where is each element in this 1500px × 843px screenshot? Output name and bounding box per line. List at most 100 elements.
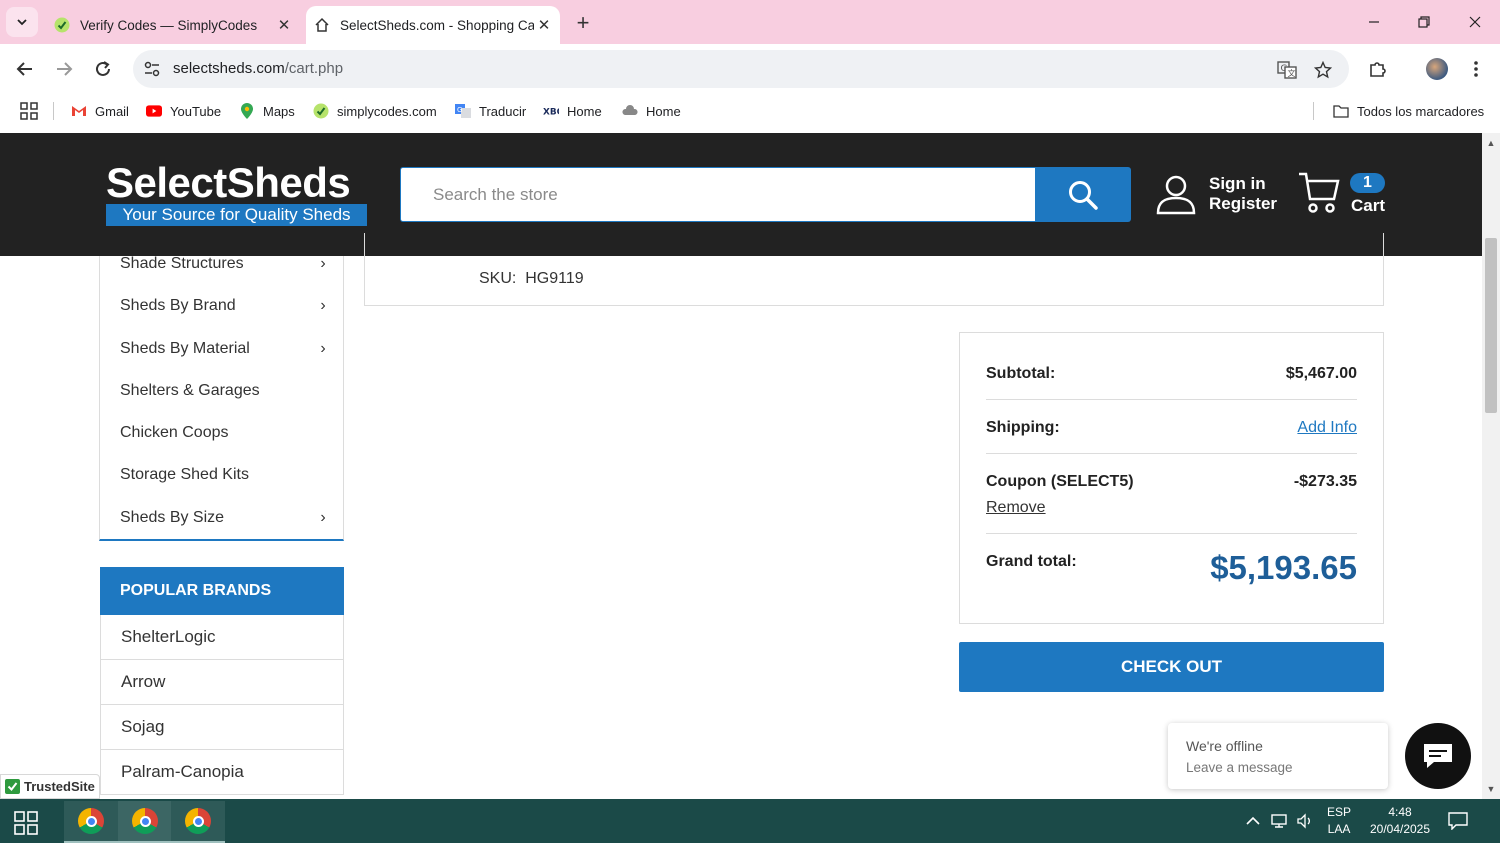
trustedsite-label: TrustedSite: [24, 779, 95, 794]
scroll-up-icon[interactable]: ▲: [1486, 138, 1496, 148]
scroll-down-icon[interactable]: ▼: [1486, 784, 1496, 794]
svg-text:XBO: XBO: [543, 108, 559, 117]
taskbar-chrome-2[interactable]: [118, 801, 172, 843]
sidebar-item-shelters-garages[interactable]: Shelters & Garages: [120, 376, 330, 406]
tab-simplycodes[interactable]: Verify Codes — SimplyCodes ✕: [48, 6, 300, 44]
tab-selectsheds[interactable]: SelectSheds.com - Shopping Ca ✕: [306, 6, 560, 44]
home-icon: [314, 17, 330, 33]
cart-link[interactable]: 1 Cart: [1298, 171, 1388, 219]
brand-link-arrow[interactable]: Arrow: [100, 660, 344, 705]
tab-search-button[interactable]: [6, 7, 38, 37]
sidebar-item-chicken-coops[interactable]: Chicken Coops: [120, 418, 330, 448]
translate-icon: G文: [1277, 61, 1297, 79]
shipping-label: Shipping:: [986, 419, 1060, 436]
apps-button[interactable]: [20, 101, 38, 121]
sidebar-item-label: Shade Structures: [120, 255, 244, 272]
sidebar-item-sheds-by-material[interactable]: Sheds By Material ›: [120, 334, 330, 364]
taskbar-chrome-1[interactable]: [64, 801, 118, 843]
chevron-up-icon[interactable]: [1244, 812, 1262, 830]
bookmark-label: Gmail: [95, 103, 129, 119]
clock[interactable]: 4:48 20/04/2025: [1362, 799, 1438, 843]
reload-button[interactable]: [89, 55, 117, 83]
sidebar-item-shade-structures[interactable]: Shade Structures ›: [120, 249, 330, 279]
browser-tab-strip: Verify Codes — SimplyCodes ✕ SelectSheds…: [0, 0, 1500, 44]
site-info-icon[interactable]: [143, 60, 161, 78]
forward-button[interactable]: [50, 55, 78, 83]
windows-start-icon[interactable]: [14, 811, 38, 835]
chevron-right-icon: ›: [320, 255, 326, 272]
brand-link-sojag[interactable]: Sojag: [100, 705, 344, 750]
bookmark-maps[interactable]: Maps: [239, 101, 295, 121]
site-logo[interactable]: SelectSheds: [106, 161, 351, 205]
network-icon[interactable]: [1270, 812, 1288, 830]
subtotal-value: $5,467.00: [1285, 365, 1357, 382]
address-bar[interactable]: selectsheds.com/cart.php G文: [133, 50, 1349, 88]
reload-icon: [96, 61, 110, 76]
chrome-icon: [185, 808, 211, 834]
grand-total-value: $5,193.65: [1210, 549, 1357, 586]
shipping-add-info-link[interactable]: Add Info: [1297, 419, 1357, 437]
chat-launcher-button[interactable]: [1405, 723, 1471, 789]
apps-grid-icon: [20, 102, 38, 120]
coupon-remove-link[interactable]: Remove: [986, 499, 1046, 516]
sidebar-item-storage-shed-kits[interactable]: Storage Shed Kits: [120, 460, 330, 490]
checkout-button[interactable]: CHECK OUT: [959, 642, 1384, 692]
chat-icon: [1424, 744, 1452, 768]
close-icon[interactable]: ✕: [274, 15, 294, 35]
restore-button[interactable]: [1404, 8, 1444, 36]
sidebar-item-label: Storage Shed Kits: [120, 466, 249, 483]
language-code: ESP: [1326, 805, 1351, 819]
input-language[interactable]: ESP LAA: [1322, 799, 1356, 843]
chat-offline-card[interactable]: We're offline Leave a message: [1168, 723, 1388, 789]
keyboard-layout: LAA: [1327, 822, 1351, 836]
search-button[interactable]: [1035, 167, 1131, 222]
bookmark-home-1[interactable]: XBO Home: [543, 101, 602, 121]
translate-button[interactable]: G文: [1276, 59, 1298, 81]
profile-button[interactable]: [1425, 57, 1449, 81]
bookmark-home-2[interactable]: Home: [622, 101, 681, 121]
register-link[interactable]: Register: [1209, 194, 1277, 214]
close-window-button[interactable]: [1455, 8, 1495, 36]
brand-link-palram-canopia[interactable]: Palram-Canopia: [100, 750, 344, 795]
chevron-right-icon: ›: [320, 297, 326, 314]
tab-title: SelectSheds.com - Shopping Ca: [340, 17, 534, 33]
browser-menu-button[interactable]: [1464, 57, 1488, 81]
search-input[interactable]: [401, 168, 1036, 221]
bookmark-gmail[interactable]: Gmail: [71, 101, 129, 121]
all-bookmarks-button[interactable]: Todos los marcadores: [1333, 101, 1484, 121]
volume-icon[interactable]: [1296, 812, 1314, 830]
back-button[interactable]: [11, 55, 39, 83]
search-field[interactable]: [400, 167, 1036, 222]
bookmark-traducir[interactable]: G Traducir: [455, 101, 526, 121]
product-sku: SKU: HG9119: [479, 270, 584, 288]
chevron-right-icon: ›: [320, 340, 326, 357]
cart-item-row: SKU: HG9119: [364, 233, 1384, 306]
divider: [986, 399, 1357, 400]
url-path: /cart.php: [284, 60, 344, 77]
new-tab-button[interactable]: +: [570, 10, 596, 36]
trustedsite-badge[interactable]: TrustedSite: [0, 774, 100, 799]
home-logo-icon: XBO: [543, 103, 559, 119]
coupon-value: -$273.35: [1293, 473, 1357, 490]
sidebar-item-sheds-by-size[interactable]: Sheds By Size ›: [120, 503, 330, 533]
taskbar-chrome-3[interactable]: [171, 801, 225, 843]
arrow-left-icon: [16, 62, 32, 76]
maps-icon: [239, 103, 255, 119]
tab-title: Verify Codes — SimplyCodes: [80, 17, 258, 33]
scrollbar-thumb[interactable]: [1485, 238, 1497, 413]
svg-text:G: G: [457, 106, 462, 114]
notification-icon[interactable]: [1448, 812, 1468, 830]
extensions-button[interactable]: [1366, 57, 1390, 81]
bookmark-simplycodes[interactable]: simplycodes.com: [313, 101, 437, 121]
sign-in-link[interactable]: Sign in: [1209, 174, 1277, 194]
minimize-button[interactable]: [1354, 8, 1394, 36]
account-links[interactable]: Sign in Register: [1155, 173, 1277, 215]
bookmark-star-button[interactable]: [1312, 59, 1334, 81]
cart-count-badge: 1: [1350, 173, 1385, 193]
chevron-down-icon: [17, 19, 27, 26]
bookmark-youtube[interactable]: YouTube: [146, 101, 221, 121]
close-icon[interactable]: ✕: [534, 15, 554, 35]
brand-link-shelterlogic[interactable]: ShelterLogic: [100, 615, 344, 660]
sidebar-item-sheds-by-brand[interactable]: Sheds By Brand ›: [120, 291, 330, 321]
page-scrollbar[interactable]: ▲ ▼: [1482, 133, 1500, 799]
